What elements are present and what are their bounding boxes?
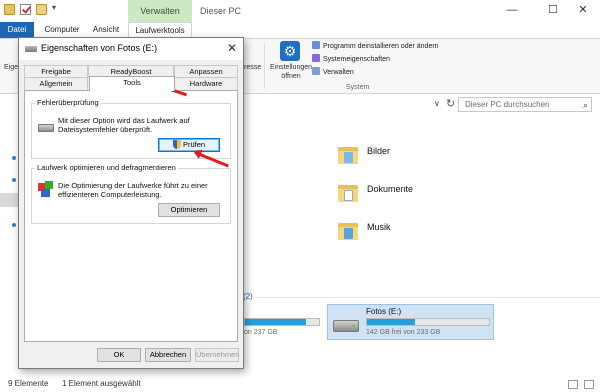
selection-count: 1 Element ausgewählt [62, 379, 141, 388]
error-check-text: Mit dieser Option wird das Laufwerk auf … [58, 116, 190, 134]
tab-file[interactable]: Datei [0, 22, 34, 38]
hard-drive-icon [333, 320, 359, 332]
tab-tools[interactable]: Tools [89, 76, 175, 91]
quick-access-dropdown-icon[interactable]: ▾ [52, 3, 56, 12]
new-folder-icon[interactable] [36, 4, 47, 15]
optimize-title: Laufwerk optimieren und defragmentieren [35, 163, 178, 172]
drive-free-text: on 237 GB [244, 329, 278, 336]
music-folder-icon[interactable] [338, 221, 358, 241]
error-check-title: Fehlerüberprüfung [35, 98, 101, 107]
nav-expand-icon[interactable] [12, 178, 16, 182]
nav-selected-item[interactable] [0, 193, 20, 207]
ribbon-cut-label-2: resse [244, 64, 262, 71]
ok-button[interactable]: OK [97, 348, 141, 362]
nav-expand-icon[interactable] [12, 223, 16, 227]
dialog-title: Eigenschaften von Fotos (E:) [41, 43, 158, 53]
folder-label-music[interactable]: Musik [367, 222, 391, 232]
optimize-button[interactable]: Optimieren [158, 203, 220, 217]
manage-button[interactable]: Verwalten [312, 67, 354, 78]
tab-hardware[interactable]: Hardware [174, 77, 238, 90]
check-icon [312, 54, 320, 62]
optimize-text: Die Optimierung der Laufwerke führt zu e… [58, 181, 208, 199]
gear-icon[interactable]: ⚙ [280, 41, 300, 61]
status-bar: 9 Elemente 1 Element ausgewählt [0, 376, 600, 392]
minimize-button[interactable]: — [495, 0, 529, 22]
refresh-icon[interactable]: ↻ [446, 97, 455, 110]
apply-button[interactable]: Übernehmen [195, 348, 239, 362]
folder-label-pictures[interactable]: Bilder [367, 146, 390, 156]
drive-usage-fill [245, 319, 306, 325]
drives-divider [256, 297, 600, 298]
ribbon-tabs: Datei Computer Ansicht Laufwerktools [0, 22, 600, 38]
pictures-folder-icon[interactable] [338, 145, 358, 165]
chevron-down-icon[interactable]: ∨ [434, 99, 440, 108]
folder-label-documents[interactable]: Dokumente [367, 184, 413, 194]
tab-general[interactable]: Allgemein [24, 77, 88, 90]
drive-free-text-selected: 142 GB frei von 233 GB [366, 329, 441, 336]
tab-computer[interactable]: Computer [40, 22, 84, 38]
search-icon: ⌕ [582, 100, 588, 110]
nav-expand-icon[interactable] [12, 156, 16, 160]
tools-tab-panel: Fehlerüberprüfung Mit dieser Option wird… [24, 90, 238, 342]
drive-icon [25, 46, 37, 52]
documents-folder-icon[interactable] [338, 183, 358, 203]
drive-usage-bar [244, 318, 320, 326]
drive-usage-bar-selected [366, 318, 490, 326]
ribbon-cut-label: Eige [4, 64, 19, 71]
drive-icon [38, 124, 54, 132]
optimize-group: Laufwerk optimieren und defragmentieren … [31, 163, 231, 224]
properties-check-icon[interactable] [20, 4, 31, 15]
tab-view[interactable]: Ansicht [86, 22, 126, 38]
maximize-button[interactable]: ☐ [536, 0, 570, 22]
computer-manage-icon [312, 67, 320, 75]
folder-icon[interactable] [4, 4, 15, 15]
ribbon-divider [264, 43, 265, 89]
context-tab-manage[interactable]: Verwalten [128, 0, 192, 22]
cancel-button[interactable]: Abbrechen [145, 348, 191, 362]
system-properties-button[interactable]: Systemeigenschaften [312, 54, 390, 65]
properties-dialog: Eigenschaften von Fotos (E:) ✕ Freigabe … [18, 37, 244, 369]
tiles-view-icon[interactable] [584, 380, 594, 389]
close-button[interactable]: ✕ [566, 0, 600, 22]
explorer-title-bar: ▾ Verwalten Dieser PC — ☐ ✕ [0, 0, 600, 22]
settings-button-label[interactable]: Einstellungen öffnen [268, 63, 314, 81]
programs-icon [312, 41, 320, 49]
dialog-title-bar: Eigenschaften von Fotos (E:) ✕ [19, 38, 243, 60]
drive-name: Fotos (E:) [366, 307, 402, 316]
ribbon-group-system: System [346, 84, 370, 91]
uac-shield-icon [172, 140, 181, 149]
item-count: 9 Elemente [8, 379, 49, 388]
search-input[interactable]: Dieser PC durchsuchen ⌕ [458, 97, 592, 112]
drives-group-header[interactable]: (2) [243, 292, 253, 301]
defragment-icon [38, 181, 54, 197]
dialog-close-icon[interactable]: ✕ [227, 41, 237, 55]
tab-drive-tools[interactable]: Laufwerktools [128, 22, 192, 38]
window-title: Dieser PC [200, 6, 242, 16]
check-button[interactable]: Prüfen [158, 138, 220, 152]
drive-usage-fill-selected [367, 319, 415, 325]
details-view-icon[interactable] [568, 380, 578, 389]
uninstall-program-button[interactable]: Programm deinstallieren oder ändern [312, 41, 439, 52]
